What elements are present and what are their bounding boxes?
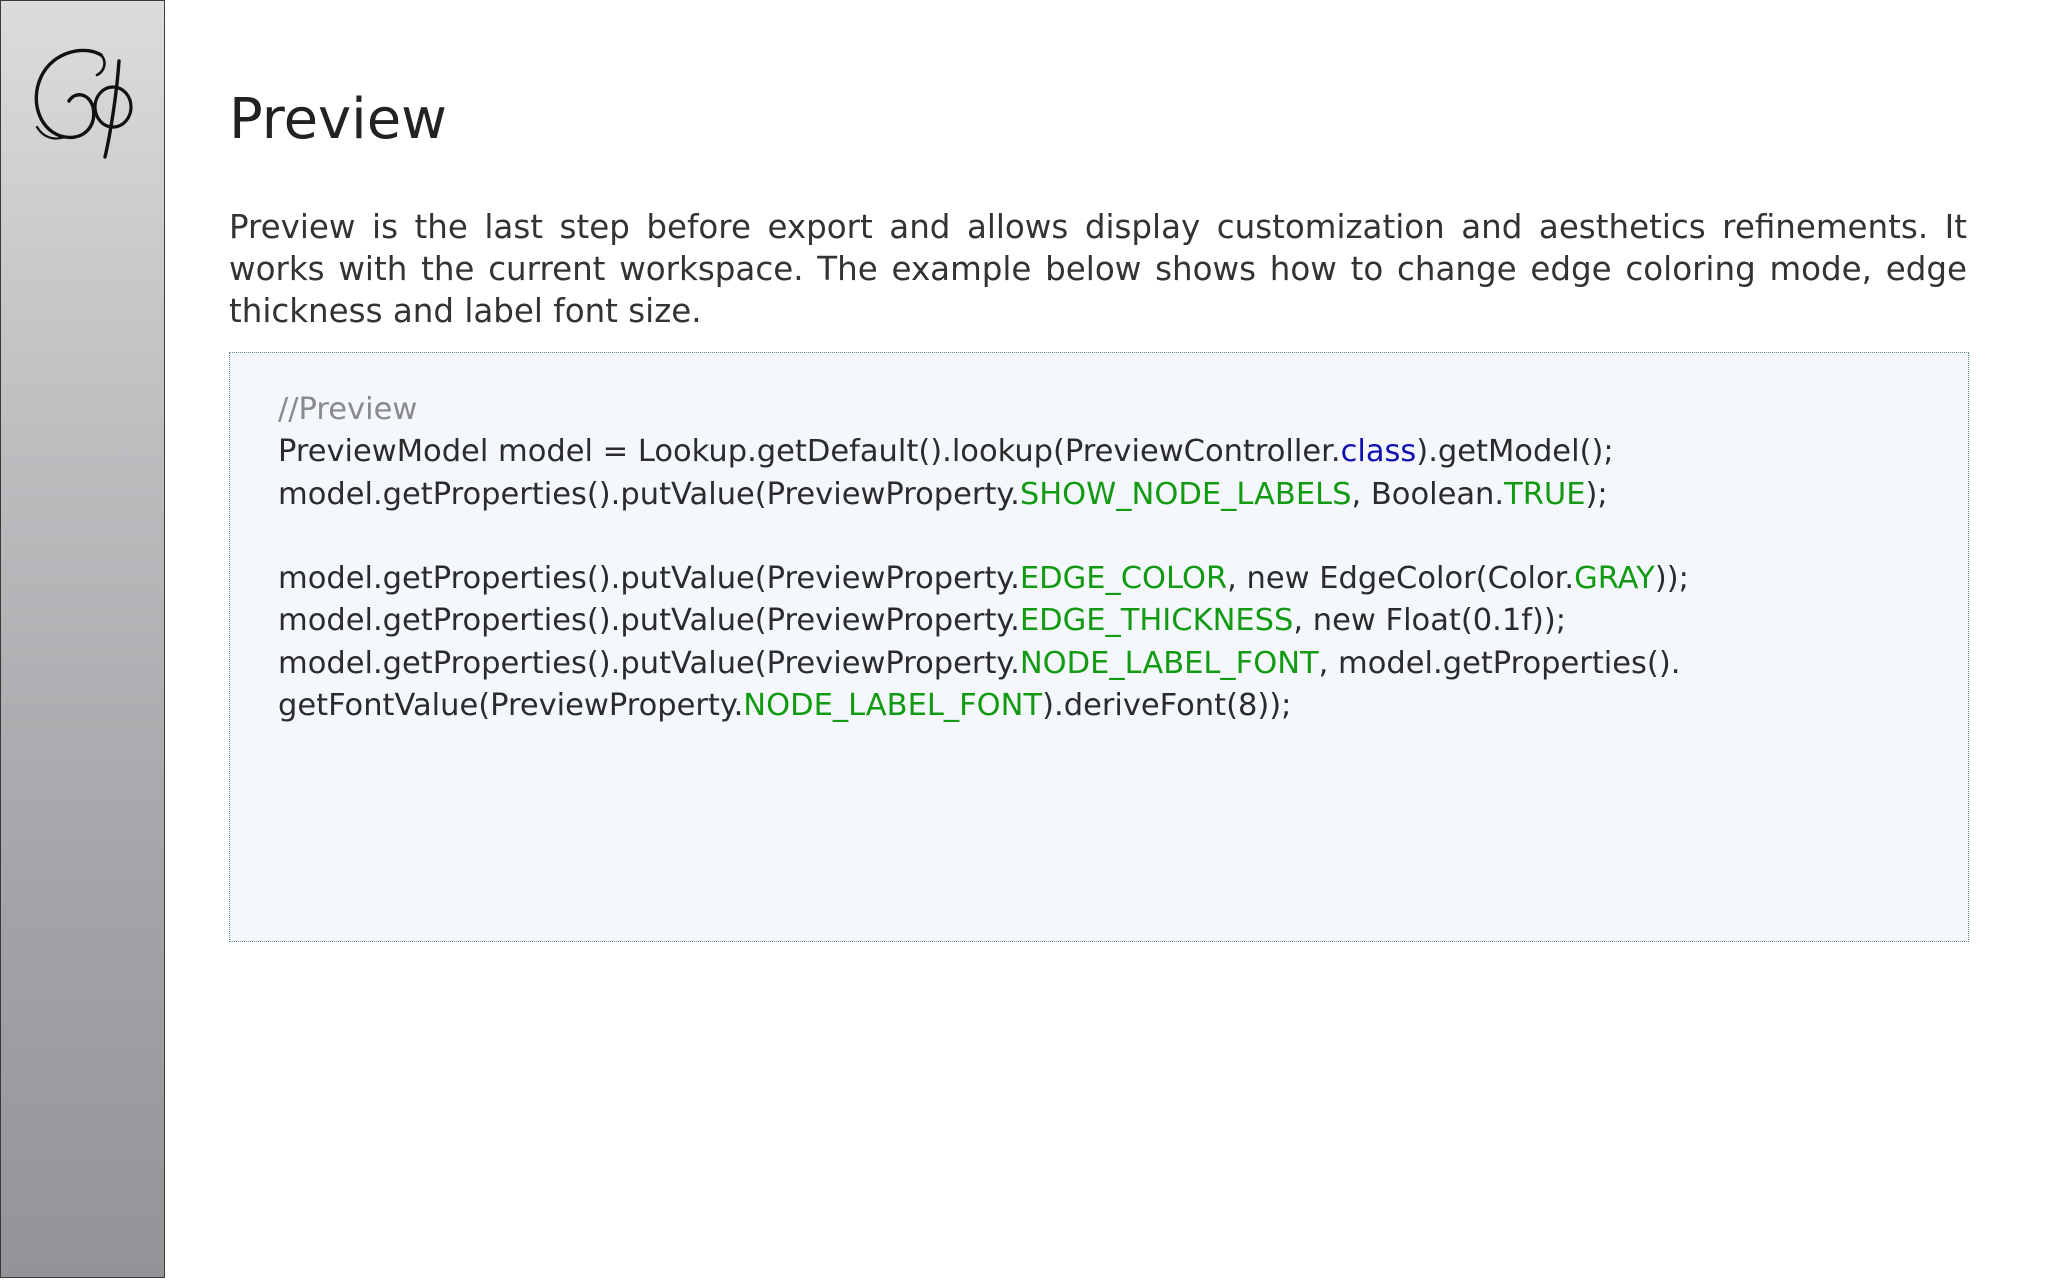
code-token-kw: class (1340, 434, 1417, 470)
code-token-plain: PreviewModel model = Lookup.getDefault()… (278, 434, 1341, 470)
code-token-plain: , new EdgeColor(Color. (1227, 561, 1575, 597)
code-token-plain: model.getProperties().putValue(PreviewPr… (278, 561, 1020, 597)
code-token-const: GRAY (1574, 561, 1655, 597)
page-title: Preview (229, 87, 447, 152)
code-token-plain: model.getProperties().putValue(PreviewPr… (278, 645, 1020, 681)
code-token-plain: ).deriveFont(8)); (1042, 688, 1292, 724)
intro-paragraph: Preview is the last step before export a… (229, 208, 1967, 330)
code-line: getFontValue(PreviewProperty.NODE_LABEL_… (278, 685, 1689, 727)
code-listing: //Preview PreviewModel model = Lookup.get… (278, 389, 1689, 727)
code-token-plain: ).getModel(); (1416, 434, 1614, 470)
code-line: PreviewModel model = Lookup.getDefault()… (278, 431, 1689, 473)
code-token-const: TRUE (1504, 476, 1586, 512)
code-block: //Preview PreviewModel model = Lookup.get… (229, 352, 1969, 942)
slide-sidebar (0, 0, 165, 1278)
code-token-comment: //Preview (278, 392, 418, 427)
code-line: model.getProperties().putValue(PreviewPr… (278, 643, 1689, 685)
code-token-plain: , model.getProperties(). (1318, 645, 1681, 681)
code-token-plain: model.getProperties().putValue(PreviewPr… (278, 476, 1020, 512)
code-token-const: NODE_LABEL_FONT (743, 688, 1043, 724)
code-token-plain: , Boolean. (1351, 476, 1505, 512)
code-token-plain: getFontValue(PreviewProperty. (278, 688, 744, 724)
code-token-const: EDGE_THICKNESS (1019, 603, 1294, 639)
code-token-const: NODE_LABEL_FONT (1019, 645, 1319, 681)
code-token-const: SHOW_NODE_LABELS (1019, 476, 1352, 512)
code-line: model.getProperties().putValue(PreviewPr… (278, 600, 1689, 642)
code-line: //Preview (278, 389, 1689, 431)
code-line: model.getProperties().putValue(PreviewPr… (278, 474, 1689, 516)
code-token-const: EDGE_COLOR (1019, 561, 1228, 597)
code-token-plain: ); (1585, 476, 1608, 512)
code-token-plain: )); (1654, 561, 1689, 597)
code-line: model.getProperties().putValue(PreviewPr… (278, 558, 1689, 600)
code-token-plain: model.getProperties().putValue(PreviewPr… (278, 603, 1020, 639)
code-token-plain: , new Float(0.1f)); (1293, 603, 1567, 639)
gephi-logo-icon (34, 48, 133, 159)
